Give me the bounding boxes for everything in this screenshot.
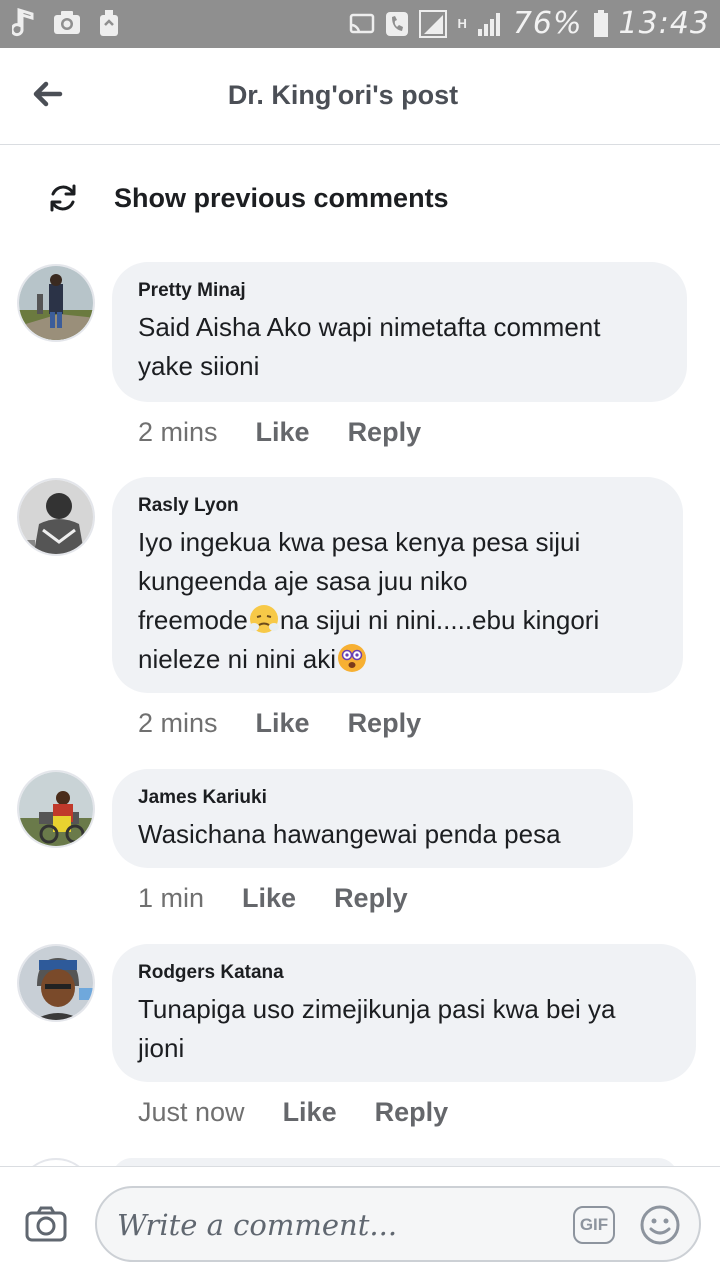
comment-bubble[interactable]: James Kariuki Wasichana hawangewai penda… (112, 769, 633, 868)
avatar[interactable] (17, 264, 95, 342)
reply-button[interactable]: Reply (348, 708, 422, 739)
cast-icon (350, 13, 375, 33)
comment-actions: 2 mins Like Reply (138, 417, 421, 448)
dizzy-face-emoji-icon (338, 644, 367, 672)
comment-text: Said Aisha Ako wapi nimetafta comment ya… (138, 312, 601, 381)
cleaner-icon (94, 8, 124, 38)
like-button[interactable]: Like (242, 883, 296, 914)
emoji-button[interactable] (639, 1204, 681, 1246)
like-button[interactable]: Like (256, 417, 310, 448)
camera-icon (25, 1206, 67, 1242)
battery-percent: 76% (512, 6, 583, 41)
page-title: Dr. King'ori's post (227, 80, 459, 110)
comment-author[interactable]: Rodgers Katana (138, 962, 670, 984)
comment-author[interactable]: Rasly Lyon (138, 495, 657, 517)
like-button[interactable]: Like (283, 1097, 337, 1128)
comment-text: Iyo ingekua kwa pesa kenya pesa sijui ku… (138, 527, 600, 674)
face-with-steam-emoji-icon (248, 605, 279, 633)
comment-actions: 1 min Like Reply (138, 883, 408, 914)
refresh-icon (50, 184, 76, 212)
reply-button[interactable]: Reply (375, 1097, 449, 1128)
phone-icon (386, 11, 409, 36)
header: Dr. King'ori's post (0, 48, 720, 145)
show-previous-comments-label: Show previous comments (114, 183, 449, 213)
reply-button[interactable]: Reply (334, 883, 408, 914)
avatar[interactable] (17, 944, 95, 1022)
comment-text: Tunapiga uso zimejikunja pasi kwa bei ya… (138, 994, 616, 1063)
comment-author[interactable]: Pretty Minaj (138, 280, 661, 302)
battery-icon (593, 9, 608, 37)
avatar[interactable] (17, 770, 95, 848)
avatar (17, 1158, 95, 1166)
avatar[interactable] (17, 478, 95, 556)
comment-text: Wasichana hawangewai penda pesa (138, 819, 561, 849)
network-type: H (457, 16, 467, 31)
camera-button[interactable] (24, 1205, 68, 1243)
comment-timestamp: Just now (138, 1097, 245, 1127)
camera-notification-icon (52, 8, 82, 38)
comment-bubble[interactable]: Rodgers Katana Tunapiga uso zimejikunja … (112, 944, 696, 1082)
comment-actions: Just now Like Reply (138, 1097, 448, 1128)
comment-author[interactable]: James Kariuki (138, 787, 607, 809)
like-button[interactable]: Like (256, 708, 310, 739)
comment-input[interactable]: Write a comment... GIF (95, 1186, 701, 1262)
comment-actions: 2 mins Like Reply (138, 708, 421, 739)
status-bar: H 76% 13:43 (0, 0, 720, 48)
comment-timestamp: 2 mins (138, 417, 218, 447)
smiley-icon (640, 1205, 680, 1245)
show-previous-comments-button[interactable]: Show previous comments (0, 145, 720, 245)
reply-button[interactable]: Reply (348, 417, 422, 448)
comment-composer: Write a comment... GIF (0, 1166, 720, 1281)
comment-bubble (112, 1158, 678, 1166)
comment-bubble[interactable]: Pretty Minaj Said Aisha Ako wapi nimetaf… (112, 262, 687, 402)
signal-icon (419, 9, 448, 38)
music-note-icon (10, 8, 40, 38)
comment-input-placeholder: Write a comment... (117, 1208, 398, 1242)
comment-item-partial (0, 1158, 720, 1166)
notification-icons (10, 8, 124, 38)
comment-bubble[interactable]: Rasly Lyon Iyo ingekua kwa pesa kenya pe… (112, 477, 683, 693)
signal-bars-icon (477, 12, 500, 36)
system-status: H 76% 13:43 (349, 6, 710, 41)
gif-button[interactable]: GIF (573, 1206, 615, 1244)
comment-timestamp: 2 mins (138, 708, 218, 738)
clock: 13:43 (618, 6, 710, 41)
comment-timestamp: 1 min (138, 883, 205, 913)
